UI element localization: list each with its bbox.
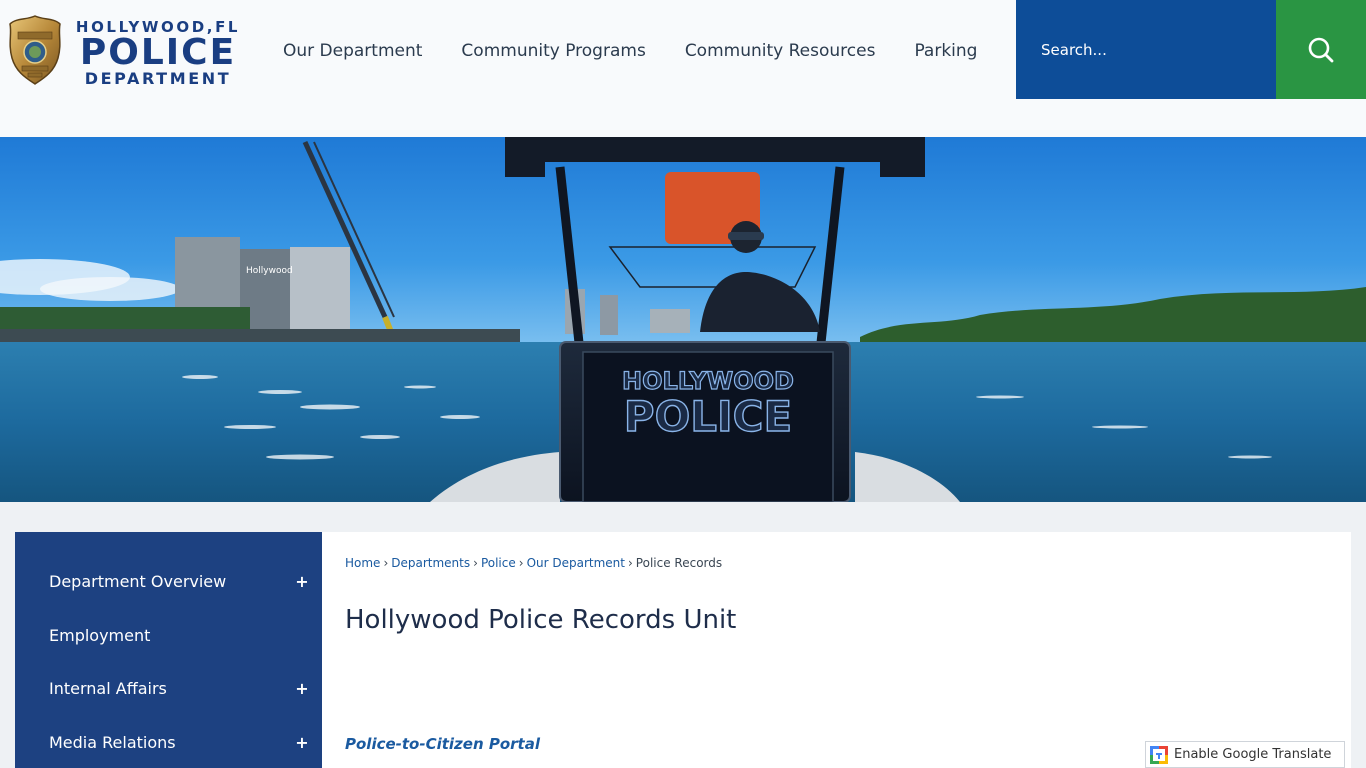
breadcrumb-separator: ›: [518, 556, 524, 570]
boat-label-line1: HOLLYWOOD: [622, 367, 794, 395]
breadcrumb-current: Police Records: [635, 556, 723, 570]
breadcrumb: Home › Departments › Police › Our Department › P…: [345, 556, 722, 570]
search-box: [1016, 0, 1276, 99]
nav-community-resources[interactable]: Community Resources: [685, 39, 876, 61]
breadcrumb-separator: ›: [473, 556, 478, 570]
logo-department: DEPARTMENT: [84, 69, 232, 88]
sidebar-item-label: Media Relations: [49, 732, 176, 752]
breadcrumb-departments[interactable]: Departments: [391, 556, 470, 570]
google-translate-icon: [1150, 745, 1168, 764]
police-to-citizen-portal-link[interactable]: Police-to-Citizen Portal: [345, 735, 540, 753]
nav-parking[interactable]: Parking: [914, 39, 977, 61]
expand-plus-icon[interactable]: +: [294, 679, 310, 698]
logo-wordmark: HOLLYWOOD,FL POLICE DEPARTMENT: [68, 18, 248, 88]
site-header: HOLLYWOOD,FL POLICE DEPARTMENT Our Depar…: [0, 0, 1366, 137]
expand-plus-icon[interactable]: +: [294, 572, 310, 591]
expand-plus-icon[interactable]: +: [294, 733, 310, 752]
breadcrumb-separator: ›: [383, 556, 389, 570]
sidebar-item-media-relations[interactable]: Media Relations +: [15, 715, 322, 768]
building-sign: Hollywood: [246, 266, 293, 276]
search-button[interactable]: [1276, 0, 1366, 99]
sidebar-item-employment[interactable]: Employment: [15, 608, 322, 662]
site-logo[interactable]: HOLLYWOOD,FL POLICE DEPARTMENT: [8, 14, 248, 88]
sidebar-item-label: Internal Affairs: [49, 678, 167, 698]
nav-community-programs[interactable]: Community Programs: [461, 39, 645, 61]
sidebar-item-label: Department Overview: [49, 571, 227, 591]
search-input[interactable]: [1016, 0, 1276, 99]
main-nav: Our Department Community Programs Commun…: [264, 0, 977, 99]
translate-label: Enable Google Translate: [1174, 747, 1332, 762]
hero-banner: Hollywood HOLLYWOOD POLICE: [0, 137, 1366, 502]
nav-our-department[interactable]: Our Department: [283, 39, 422, 61]
google-translate-button[interactable]: Enable Google Translate: [1145, 741, 1345, 768]
breadcrumb-home[interactable]: Home: [345, 556, 380, 570]
breadcrumb-police[interactable]: Police: [481, 556, 516, 570]
sidebar-item-department-overview[interactable]: Department Overview +: [15, 554, 322, 608]
main-content: Home › Departments › Police › Our Department › P…: [322, 532, 1351, 768]
search-icon: [1308, 37, 1334, 62]
police-badge-icon: [9, 15, 61, 85]
breadcrumb-our-department[interactable]: Our Department: [527, 556, 625, 570]
sidebar-item-internal-affairs[interactable]: Internal Affairs +: [15, 661, 322, 715]
breadcrumb-separator: ›: [627, 556, 633, 570]
sidebar-item-label: Employment: [49, 625, 151, 645]
sidebar-nav: Department Overview + Employment Interna…: [15, 532, 322, 768]
logo-police: POLICE: [79, 32, 237, 73]
page-title: Hollywood Police Records Unit: [345, 605, 737, 635]
boat-label-line2: POLICE: [624, 392, 792, 441]
hero-image: Hollywood HOLLYWOOD POLICE: [0, 137, 1366, 502]
